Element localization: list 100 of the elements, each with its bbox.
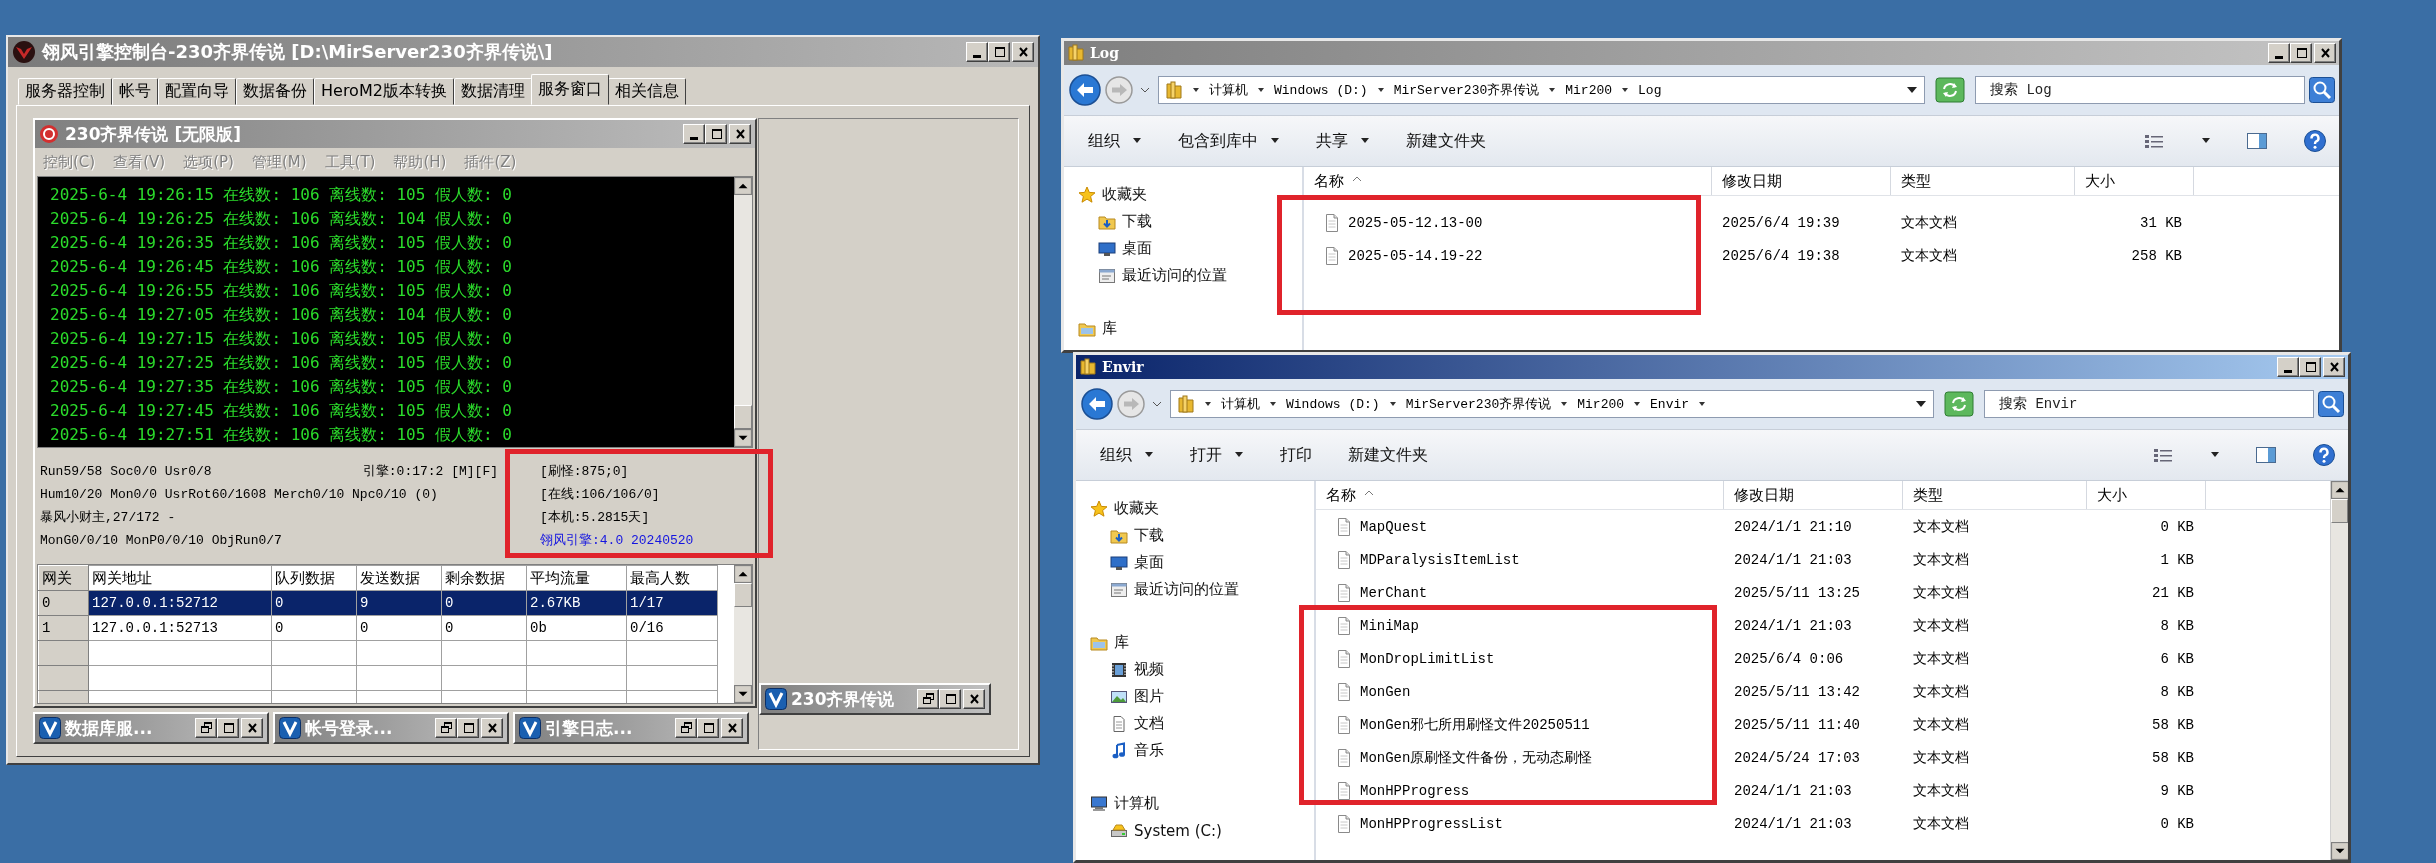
caret-icon[interactable] — [2210, 451, 2220, 459]
breadcrumb-item[interactable]: Windows (D:) — [1286, 396, 1380, 412]
file-name[interactable]: MDParalysisItemList — [1360, 551, 1520, 568]
nav-item[interactable]: System (C:) — [1076, 817, 1314, 844]
arrow-down-icon[interactable] — [734, 429, 752, 447]
caret-icon[interactable] — [1144, 451, 1154, 459]
caret-icon[interactable] — [1632, 400, 1643, 408]
breadcrumb-item[interactable]: Mir200 — [1577, 396, 1625, 412]
scrollbar[interactable] — [734, 177, 752, 447]
tab[interactable]: 服务窗口 — [530, 74, 609, 105]
caret-icon[interactable] — [1256, 86, 1266, 94]
toolbar-button[interactable]: 打印 — [1274, 440, 1318, 470]
caret-icon[interactable] — [1132, 137, 1142, 145]
minimize-button[interactable] — [966, 42, 988, 62]
toolbar-button[interactable]: 打开 — [1184, 440, 1250, 470]
close-button[interactable] — [729, 124, 751, 144]
nav-item[interactable]: 视频 — [1076, 656, 1314, 683]
close-button[interactable] — [241, 718, 263, 738]
caret-icon[interactable] — [1140, 86, 1150, 94]
nav-item[interactable]: 文档 — [1076, 710, 1314, 737]
column-header[interactable]: 修改日期 — [1724, 481, 1903, 509]
tab[interactable]: 配置向导 — [158, 78, 236, 105]
file-name[interactable]: MonHPProgress — [1360, 782, 1470, 799]
column-header[interactable]: 名称 — [1316, 481, 1724, 509]
file-name[interactable]: MiniMap — [1360, 617, 1419, 634]
toolbar-button[interactable]: 新建文件夹 — [1400, 126, 1492, 156]
breadcrumb-item[interactable]: Mir200 — [1565, 82, 1613, 98]
breadcrumb-item[interactable]: Envir — [1650, 396, 1690, 412]
preview-pane-icon[interactable] — [2245, 131, 2269, 151]
dropdown-icon[interactable] — [1915, 400, 1927, 408]
minimize-button[interactable] — [2277, 357, 2299, 377]
arrow-up-icon[interactable] — [734, 177, 752, 195]
toolbar-button[interactable]: 共享 — [1310, 126, 1376, 156]
file-name[interactable]: MonGen原刷怪文件备份，无动态刷怪 — [1360, 748, 1593, 767]
toolbar-button[interactable]: 组织 — [1094, 440, 1160, 470]
file-name[interactable]: MapQuest — [1360, 518, 1428, 535]
nav-item[interactable]: 库 — [1076, 629, 1314, 656]
arrow-down-icon[interactable] — [2331, 842, 2348, 860]
back-button-icon[interactable] — [1080, 387, 1114, 421]
caret-icon[interactable] — [1559, 400, 1570, 408]
file-name[interactable]: MonGen邪七所用刷怪文件20250511 — [1360, 715, 1590, 734]
scrollbar-thumb[interactable] — [734, 583, 752, 607]
caret-icon[interactable] — [1387, 400, 1398, 408]
column-header[interactable]: 修改日期 — [1712, 167, 1891, 195]
nav-item[interactable]: 下载 — [1076, 522, 1314, 549]
breadcrumb-item[interactable]: 计算机 — [1221, 395, 1260, 413]
tab[interactable]: HeroM2版本转换 — [314, 78, 454, 105]
breadcrumb-item[interactable]: Log — [1638, 82, 1662, 98]
maximize-button[interactable] — [457, 718, 479, 738]
caret-icon[interactable] — [1375, 86, 1386, 94]
tab[interactable]: 相关信息 — [607, 78, 686, 105]
maximize-button[interactable] — [217, 718, 239, 738]
breadcrumb-item[interactable]: MirServer230齐界传说 — [1393, 81, 1540, 99]
caret-icon[interactable] — [1191, 86, 1201, 94]
breadcrumb-item[interactable]: 计算机 — [1209, 81, 1248, 99]
column-header[interactable]: 大小 — [2087, 481, 2206, 509]
dropdown-icon[interactable] — [1906, 86, 1918, 94]
maximize-button[interactable] — [2299, 357, 2321, 377]
tab[interactable]: 数据清理 — [453, 78, 532, 105]
close-button[interactable] — [1012, 42, 1034, 62]
file-name[interactable]: 2025-05-14.19-22 — [1348, 247, 1483, 264]
nav-item[interactable]: 计算机 — [1076, 790, 1314, 817]
search-icon[interactable] — [2318, 391, 2344, 417]
scrollbar[interactable] — [734, 565, 752, 703]
maximize-button[interactable] — [939, 689, 961, 709]
caret-icon[interactable] — [1203, 400, 1213, 408]
nav-item[interactable]: 图片 — [1076, 683, 1314, 710]
arrow-up-icon[interactable] — [2331, 481, 2348, 499]
column-header[interactable]: 类型 — [1903, 481, 2087, 509]
arrow-up-icon[interactable] — [734, 565, 752, 583]
close-button[interactable] — [963, 689, 985, 709]
table-row[interactable]: 0 127.0.0.1:52712 0 9 0 2.67KB 1/17 — [38, 590, 718, 616]
nav-item[interactable]: 最近访问的位置 — [1064, 262, 1302, 289]
caret-icon[interactable] — [1697, 400, 1708, 408]
scrollbar-thumb[interactable] — [734, 405, 752, 429]
minimize-button[interactable] — [2268, 43, 2290, 63]
column-header[interactable]: 名称 — [1304, 167, 1712, 195]
nav-item[interactable]: 库 — [1064, 315, 1302, 342]
maximize-button[interactable] — [705, 124, 727, 144]
maximize-button[interactable] — [697, 718, 719, 738]
nav-item[interactable]: 音乐 — [1076, 737, 1314, 764]
file-name[interactable]: MerChant — [1360, 584, 1428, 601]
address-field[interactable]: 计算机 Windows (D:) MirServer230齐界传说 Mir200 Log — [1158, 76, 1925, 104]
back-button-icon[interactable] — [1068, 73, 1102, 107]
caret-icon[interactable] — [1152, 400, 1162, 408]
tab[interactable]: 服务器控制 — [18, 78, 112, 105]
caret-icon[interactable] — [1620, 86, 1631, 94]
caret-icon[interactable] — [1234, 451, 1244, 459]
caret-icon[interactable] — [1268, 400, 1278, 408]
restore-button[interactable] — [917, 689, 939, 709]
tab[interactable]: 数据备份 — [236, 78, 314, 105]
caret-icon[interactable] — [1270, 137, 1280, 145]
search-field[interactable]: 搜索 Log — [1975, 76, 2305, 104]
restore-button[interactable] — [675, 718, 697, 738]
nav-item[interactable]: 下载 — [1064, 208, 1302, 235]
tab[interactable]: 帐号 — [112, 78, 158, 105]
maximize-button[interactable] — [2290, 43, 2312, 63]
minimize-button[interactable] — [683, 124, 705, 144]
toolbar-button[interactable]: 包含到库中 — [1172, 126, 1286, 156]
file-name[interactable]: MonHPProgressList — [1360, 815, 1503, 832]
